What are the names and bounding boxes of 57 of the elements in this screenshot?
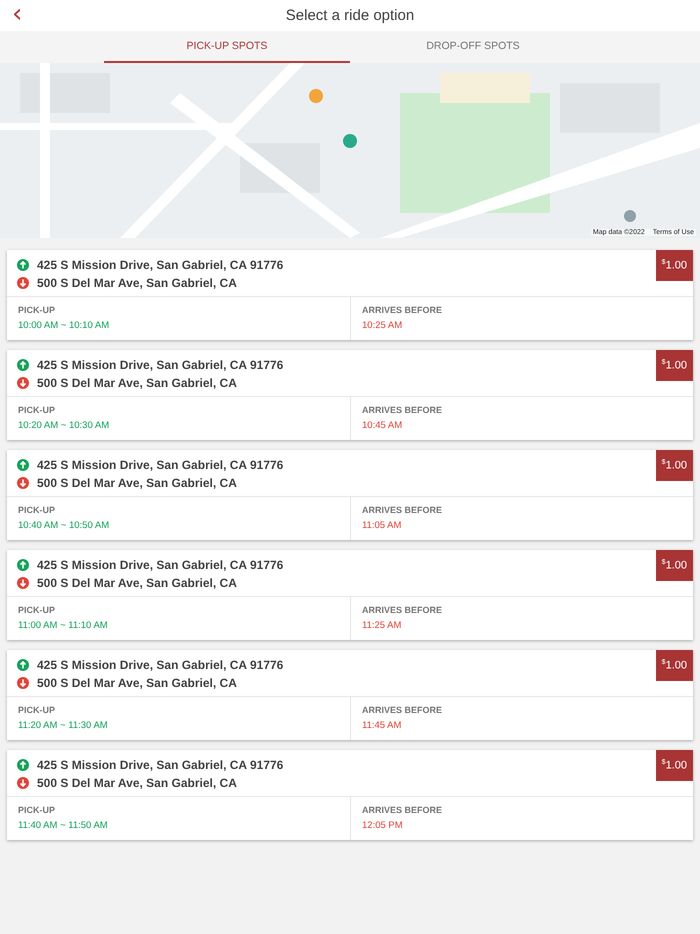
pickup-window: 10:40 AM ~ 10:50 AM: [18, 520, 339, 531]
pickup-address: 425 S Mission Drive, San Gabriel, CA 91776: [37, 758, 284, 772]
pickup-label: PICK-UP: [18, 305, 56, 315]
price-tag[interactable]: $^{$}$1.00: [656, 450, 693, 481]
pickup-label: PICK-UP: [18, 805, 56, 815]
pickup-window: 11:40 AM ~ 11:50 AM: [18, 820, 339, 831]
up-arrow-icon: [17, 259, 29, 271]
arrival-time: 10:45 AM: [362, 420, 404, 431]
arrival-label: ARRIVES BEFORE: [362, 605, 444, 615]
pickup-label: PICK-UP: [18, 605, 56, 615]
arrival-time: 10:25 AM: [362, 320, 404, 331]
dropoff-address: 500 S Del Mar Ave, San Gabriel, CA: [37, 676, 237, 690]
pickup-address: 425 S Mission Drive, San Gabriel, CA 91776: [37, 258, 284, 272]
pickup-window: 10:00 AM ~ 10:10 AM: [18, 320, 339, 331]
arrival-time: 11:45 AM: [362, 720, 402, 731]
pickup-window: 10:20 AM ~ 10:30 AM: [18, 420, 339, 431]
pickup-address: 425 S Mission Drive, San Gabriel, CA 91776: [37, 558, 284, 572]
dropoff-address: 500 S Del Mar Ave, San Gabriel, CA: [37, 776, 237, 790]
up-arrow-icon: [17, 559, 29, 571]
arrival-label: ARRIVES BEFORE: [362, 805, 444, 815]
price-tag[interactable]: $^{$}$1.00: [656, 750, 693, 781]
arrival-label: ARRIVES BEFORE: [362, 405, 444, 415]
dropoff-address: 500 S Del Mar Ave, San Gabriel, CA: [37, 276, 237, 290]
up-arrow-icon: [17, 759, 29, 771]
page-title: Select a ride option: [286, 7, 414, 24]
pickup-address: 425 S Mission Drive, San Gabriel, CA 91776: [37, 458, 284, 472]
pickup-window: 11:20 AM ~ 11:30 AM: [18, 720, 339, 731]
up-arrow-icon: [17, 359, 29, 371]
arrival-label: ARRIVES BEFORE: [362, 305, 444, 315]
arrival-time: 11:05 AM: [362, 520, 402, 531]
pickup-window: 11:00 AM ~ 11:10 AM: [18, 620, 339, 631]
arrival-label: ARRIVES BEFORE: [362, 705, 444, 715]
pickup-label: PICK-UP: [18, 705, 56, 715]
down-arrow-icon: [17, 677, 29, 689]
down-arrow-icon: [17, 577, 29, 589]
pickup-address: 425 S Mission Drive, San Gabriel, CA 91776: [37, 658, 284, 672]
pickup-label: PICK-UP: [18, 505, 56, 515]
arrival-time: 11:25 AM: [362, 620, 402, 631]
pickup-label: PICK-UP: [18, 405, 56, 415]
arrival-time: 12:05 PM: [362, 820, 404, 831]
up-arrow-icon: [17, 459, 29, 471]
price-tag[interactable]: $^{$}$1.00: [656, 650, 693, 681]
down-arrow-icon: [17, 277, 29, 289]
price-tag[interactable]: $^{$}$1.00: [656, 250, 693, 281]
price-tag[interactable]: $^{$}$1.00: [656, 350, 693, 381]
down-arrow-icon: [17, 377, 29, 389]
dropoff-address: 500 S Del Mar Ave, San Gabriel, CA: [37, 476, 237, 490]
tab[interactable]: DROP-OFF SPOTS: [350, 31, 596, 63]
down-arrow-icon: [17, 777, 29, 789]
up-arrow-icon: [17, 659, 29, 671]
price-tag[interactable]: $^{$}$1.00: [656, 550, 693, 581]
arrival-label: ARRIVES BEFORE: [362, 505, 444, 515]
dropoff-address: 500 S Del Mar Ave, San Gabriel, CA: [37, 376, 237, 390]
pickup-address: 425 S Mission Drive, San Gabriel, CA 91776: [37, 358, 284, 372]
back-button[interactable]: ‹: [8, 2, 26, 26]
down-arrow-icon: [17, 477, 29, 489]
dropoff-address: 500 S Del Mar Ave, San Gabriel, CA: [37, 576, 237, 590]
